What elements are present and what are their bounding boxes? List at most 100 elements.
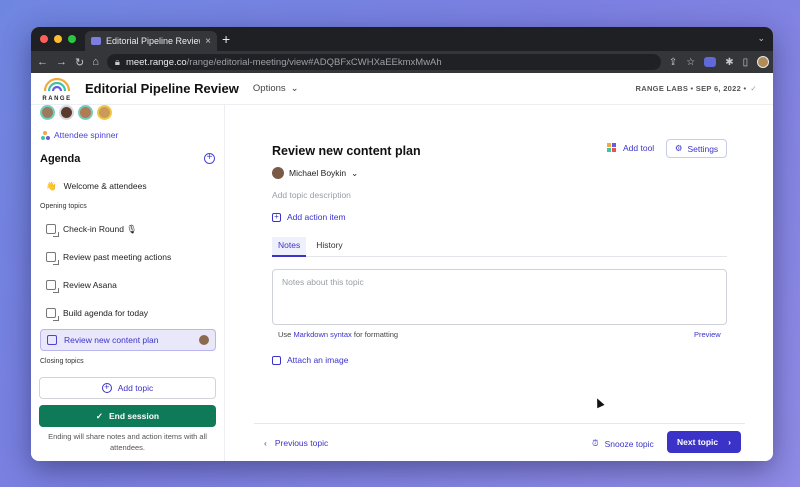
tab-search-chevron-icon[interactable]: ⌄ — [757, 33, 765, 44]
topic-owner-dropdown[interactable]: Michael Boykin ⌄ — [272, 167, 358, 179]
agenda-heading: Agenda — [40, 153, 81, 165]
bookmark-star-icon[interactable]: ☆ — [686, 57, 695, 68]
plus-circle-icon: + — [101, 383, 112, 393]
topic-icon — [46, 252, 59, 265]
topic-icon — [47, 335, 57, 345]
agenda-item-build-agenda[interactable]: Build agenda for today — [40, 302, 216, 324]
add-tool-icon — [607, 143, 617, 153]
topic-panel: Review new content plan Add tool ⚙ Setti… — [226, 105, 773, 461]
attach-image-button[interactable]: Attach an image — [272, 355, 348, 365]
range-favicon-icon — [91, 37, 101, 45]
settings-button[interactable]: ⚙ Settings — [666, 139, 727, 158]
end-session-note: Ending will share notes and action items… — [48, 432, 207, 452]
minimize-window-button[interactable] — [54, 35, 62, 43]
browser-toolbar: ← → ↻ ⌂ 🔒︎ meet.range.co/range/editorial… — [31, 51, 773, 73]
alarm-clock-icon: ⏰︎ — [592, 438, 599, 448]
range-logo-arc-icon — [43, 77, 71, 91]
avatar — [272, 167, 284, 179]
maximize-window-button[interactable] — [68, 35, 76, 43]
saved-check-icon: ✓ — [750, 84, 757, 93]
add-action-item-button[interactable]: + Add action item — [272, 212, 346, 222]
add-agenda-item-icon[interactable]: + — [204, 153, 215, 164]
spinner-label: Attendee spinner — [54, 130, 119, 140]
mouse-cursor-icon — [593, 396, 605, 409]
extensions-puzzle-icon[interactable]: ✱ — [725, 57, 733, 68]
next-topic-button[interactable]: Next topic › — [667, 431, 741, 453]
avatar[interactable] — [59, 105, 74, 120]
add-tool-label: Add tool — [623, 143, 655, 153]
topic-icon — [46, 280, 59, 293]
check-icon: ✓ — [95, 410, 104, 421]
notes-textarea[interactable]: Notes about this topic — [272, 269, 727, 325]
range-app: RANGE Editorial Pipeline Review Options … — [31, 73, 773, 461]
org-date-label: RANGE LABS • SEP 6, 2022 • — [635, 84, 747, 93]
tab-close-icon[interactable]: × — [205, 36, 211, 47]
avatar[interactable] — [97, 105, 112, 120]
attendee-avatars — [40, 105, 112, 120]
forward-arrow-icon[interactable]: → — [56, 56, 67, 68]
add-action-item-label: Add action item — [287, 212, 346, 222]
profile-avatar[interactable] — [757, 56, 770, 68]
agenda-item-label: Review past meeting actions — [63, 252, 172, 262]
add-tool-button[interactable]: Add tool — [607, 143, 654, 153]
attach-image-label: Attach an image — [287, 355, 349, 365]
agenda-item-asana[interactable]: Review Asana — [40, 274, 216, 296]
add-topic-label: Add topic — [117, 383, 154, 393]
snooze-topic-label: Snooze topic — [604, 438, 654, 449]
app-header: RANGE Editorial Pipeline Review Options … — [31, 73, 773, 105]
agenda-sidebar: Attendee spinner Agenda + 👋 Welcome & at… — [31, 105, 225, 461]
gear-icon: ⚙ — [674, 143, 683, 153]
tab-notes[interactable]: Notes — [272, 237, 307, 257]
preview-button[interactable]: Preview — [694, 330, 721, 339]
chevron-down-icon: ⌄ — [351, 167, 359, 178]
agenda-item-past-actions[interactable]: Review past meeting actions — [40, 246, 216, 268]
spinner-dots-icon — [41, 130, 50, 140]
topic-description-field[interactable]: Add topic description — [272, 190, 351, 200]
snooze-topic-button[interactable]: ⏰︎ Snooze topic — [592, 438, 654, 449]
chevron-left-icon: ‹ — [264, 438, 267, 448]
close-window-button[interactable] — [40, 35, 48, 43]
address-bar[interactable]: 🔒︎ meet.range.co/range/editorial-meeting… — [106, 54, 661, 70]
range-extension-icon[interactable] — [704, 57, 717, 67]
topic-title: Review new content plan — [272, 144, 421, 158]
agenda-item-label: Review new content plan — [64, 335, 159, 345]
avatar[interactable] — [78, 105, 93, 120]
end-session-label: End session — [109, 411, 160, 421]
options-dropdown[interactable]: Options ⌄ — [253, 83, 299, 94]
topic-footer: ‹ Previous topic ⏰︎ Snooze topic Next to… — [254, 423, 745, 461]
agenda-item-label: Build agenda for today — [63, 308, 149, 318]
range-logo[interactable]: RANGE — [39, 76, 75, 102]
markdown-syntax-link[interactable]: Markdown syntax — [293, 330, 351, 339]
share-icon[interactable]: ⇪ — [669, 57, 677, 68]
add-topic-button[interactable]: + Add topic — [39, 377, 216, 399]
agenda-item-welcome[interactable]: 👋 Welcome & attendees — [40, 175, 216, 197]
image-icon — [272, 355, 281, 365]
chevron-down-icon: ⌄ — [290, 83, 299, 94]
url-host: meet.range.co — [125, 56, 187, 68]
agenda-item-check-in[interactable]: Check-in Round 🎙 — [40, 218, 216, 240]
window-controls — [40, 35, 76, 43]
side-panel-icon[interactable]: ▯ — [743, 57, 749, 68]
end-session-button[interactable]: ✓ End session — [39, 405, 216, 427]
home-icon[interactable]: ⌂ — [92, 56, 99, 68]
previous-topic-button[interactable]: ‹ Previous topic — [264, 438, 328, 448]
topic-tabs: Notes History — [272, 237, 727, 257]
agenda-item-label: Check-in Round 🎙 — [63, 223, 138, 234]
md-suffix: for formatting — [353, 330, 399, 339]
meeting-title: Editorial Pipeline Review — [85, 81, 239, 96]
back-arrow-icon[interactable]: ← — [37, 56, 48, 68]
browser-tab[interactable]: Editorial Pipeline Review | Rang × — [85, 31, 217, 51]
next-topic-label: Next topic — [677, 437, 719, 447]
owner-name: Michael Boykin — [289, 168, 347, 178]
reload-icon[interactable]: ↻ — [75, 56, 84, 69]
topic-icon — [46, 308, 59, 321]
new-tab-button[interactable]: + — [222, 31, 230, 47]
tab-history[interactable]: History — [310, 237, 348, 257]
attendee-spinner-link[interactable]: Attendee spinner — [41, 130, 118, 140]
settings-label: Settings — [687, 143, 719, 154]
meeting-meta: RANGE LABS • SEP 6, 2022 • ✓ — [636, 84, 757, 93]
avatar[interactable] — [40, 105, 55, 120]
agenda-item-content-plan[interactable]: Review new content plan — [40, 329, 216, 351]
topic-icon — [46, 224, 59, 237]
previous-topic-label: Previous topic — [274, 438, 329, 448]
